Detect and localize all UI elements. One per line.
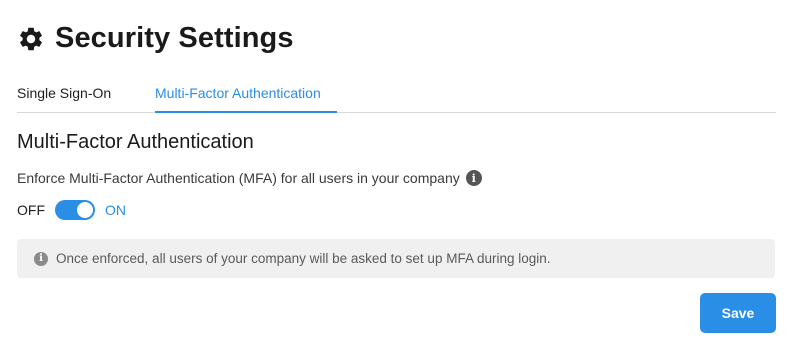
section-title: Multi-Factor Authentication bbox=[17, 131, 254, 153]
toggle-knob bbox=[77, 202, 93, 218]
tab-single-sign-on[interactable]: Single Sign-On bbox=[17, 85, 111, 101]
mfa-toggle-row: OFF ON bbox=[17, 200, 126, 220]
gear-icon bbox=[20, 27, 42, 50]
enforce-mfa-row: Enforce Multi-Factor Authentication (MFA… bbox=[17, 170, 482, 186]
page-header: Security Settings bbox=[17, 22, 294, 55]
notice-text: Once enforced, all users of your company… bbox=[56, 251, 551, 266]
mfa-notice: i Once enforced, all users of your compa… bbox=[17, 239, 775, 278]
enforce-mfa-label: Enforce Multi-Factor Authentication (MFA… bbox=[17, 170, 460, 186]
tab-bar: Single Sign-On Multi-Factor Authenticati… bbox=[17, 72, 776, 113]
toggle-off-label: OFF bbox=[17, 202, 45, 218]
page-title: Security Settings bbox=[55, 22, 294, 54]
info-icon[interactable]: i bbox=[465, 170, 482, 186]
active-tab-indicator bbox=[155, 111, 337, 113]
save-button[interactable]: Save bbox=[700, 293, 776, 333]
tab-multi-factor-authentication[interactable]: Multi-Factor Authentication bbox=[155, 85, 321, 101]
security-settings-page: Security Settings Single Sign-On Multi-F… bbox=[0, 0, 793, 350]
toggle-on-label: ON bbox=[105, 202, 126, 218]
info-icon: i bbox=[34, 251, 48, 266]
mfa-toggle-switch[interactable] bbox=[55, 200, 95, 220]
